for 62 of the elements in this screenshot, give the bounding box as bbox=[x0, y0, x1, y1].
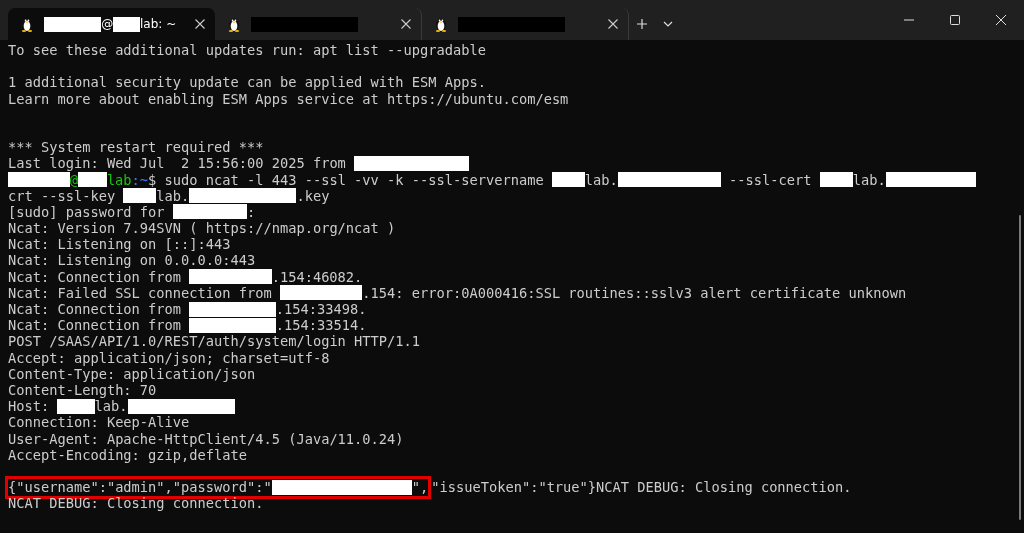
terminal-text: .key bbox=[296, 187, 330, 204]
terminal-text: {"username":"admin","password":" bbox=[8, 479, 272, 496]
terminal-text: Host: bbox=[8, 398, 51, 415]
redaction-block bbox=[819, 172, 853, 188]
terminal-text: .154:33514. bbox=[275, 317, 367, 334]
close-tab-icon[interactable] bbox=[608, 19, 618, 29]
terminal-text: Ncat: Connection from bbox=[8, 268, 183, 285]
redaction-block bbox=[78, 172, 107, 188]
terminal-text: Ncat: Listening on [::]:443 bbox=[8, 236, 231, 253]
scrollbar[interactable] bbox=[1019, 215, 1021, 520]
terminal-text: --ssl-cert bbox=[728, 171, 813, 188]
terminal-text: 1 additional security update can be applied with ESM Apps. bbox=[8, 74, 486, 91]
tab[interactable]: @ lab: ~ bbox=[8, 8, 215, 40]
redaction-block bbox=[44, 16, 102, 32]
terminal-text: lab. bbox=[156, 187, 190, 204]
terminal-text: Ncat: Connection from bbox=[8, 301, 183, 318]
terminal-text: : bbox=[246, 203, 256, 221]
terminal-text: NCAT DEBUG: Closing connection. bbox=[8, 495, 264, 512]
prompt-text: @ bbox=[69, 171, 79, 188]
terminal-text: Ncat: Failed SSL connection from bbox=[8, 284, 273, 301]
terminal-text: Ncat: Listening on 0.0.0.0:443 bbox=[8, 252, 256, 269]
terminal-text: .154: error:0A000416:SSL routines::sslv3 alert certificate unknown bbox=[362, 284, 907, 301]
plus-icon bbox=[636, 18, 648, 30]
tab-title: lab: ~ bbox=[139, 17, 177, 31]
penguin-icon bbox=[434, 16, 448, 32]
penguin-icon bbox=[227, 16, 241, 32]
terminal-text: Connection: Keep-Alive bbox=[8, 414, 190, 431]
terminal-text: ", bbox=[411, 479, 429, 496]
terminal-text: lab. bbox=[94, 398, 128, 415]
prompt-text: :~ bbox=[131, 171, 149, 188]
terminal-text: .154:46082. bbox=[271, 268, 363, 285]
terminal-text: Content-Type: application/json bbox=[8, 365, 256, 382]
terminal-text: Content-Length: 70 bbox=[8, 381, 157, 399]
close-icon bbox=[996, 15, 1006, 25]
terminal-text: Ncat: Version 7.94SVN ( https://nmap.org/ncat ) bbox=[8, 220, 396, 237]
terminal-text: crt --ssl-key bbox=[8, 187, 117, 204]
terminal-text: lab. bbox=[852, 171, 886, 188]
redaction-block bbox=[123, 188, 157, 204]
terminal-text: $ sudo ncat -l 443 --ssl -vv -k --ssl-servername bbox=[148, 171, 545, 188]
maximize-icon bbox=[950, 15, 960, 25]
redaction-block bbox=[113, 16, 140, 32]
terminal-text: User-Agent: Apache-HttpClient/4.5 (Java/11.0.24) bbox=[8, 430, 404, 447]
redaction-block bbox=[551, 172, 585, 188]
terminal-text: [sudo] password for bbox=[8, 203, 166, 221]
terminal-text: lab. bbox=[584, 171, 618, 188]
terminal-text: *** System restart required *** bbox=[8, 139, 264, 156]
terminal-text: Last login: Wed Jul 2 15:56:00 2025 from bbox=[8, 155, 347, 172]
terminal-text: Learn more about enabling ESM Apps service at https://ubuntu.com/esm bbox=[8, 90, 569, 107]
redaction-block bbox=[57, 398, 95, 414]
close-tab-icon[interactable] bbox=[401, 19, 411, 29]
terminal-text: POST /SAAS/API/1.0/REST/auth/system/login HTTP/1.1 bbox=[8, 333, 421, 350]
redaction-block bbox=[8, 172, 70, 188]
terminal-text: Accept-Encoding: gzip,deflate bbox=[8, 446, 247, 463]
terminal-text: Accept: application/json; charset=utf-8 bbox=[8, 349, 330, 366]
terminal-text: "issueToken":"true"}NCAT DEBUG: Closing connection. bbox=[431, 479, 852, 496]
tab-title: @ bbox=[101, 17, 114, 31]
prompt-text: lab bbox=[106, 171, 132, 188]
terminal-text: .154:33498. bbox=[275, 301, 367, 318]
close-tab-icon[interactable] bbox=[195, 19, 205, 29]
terminal-text: To see these additional updates run: apt list --upgradable bbox=[8, 42, 486, 59]
chevron-down-icon bbox=[663, 21, 673, 27]
terminal-text: Ncat: Connection from bbox=[8, 317, 183, 334]
